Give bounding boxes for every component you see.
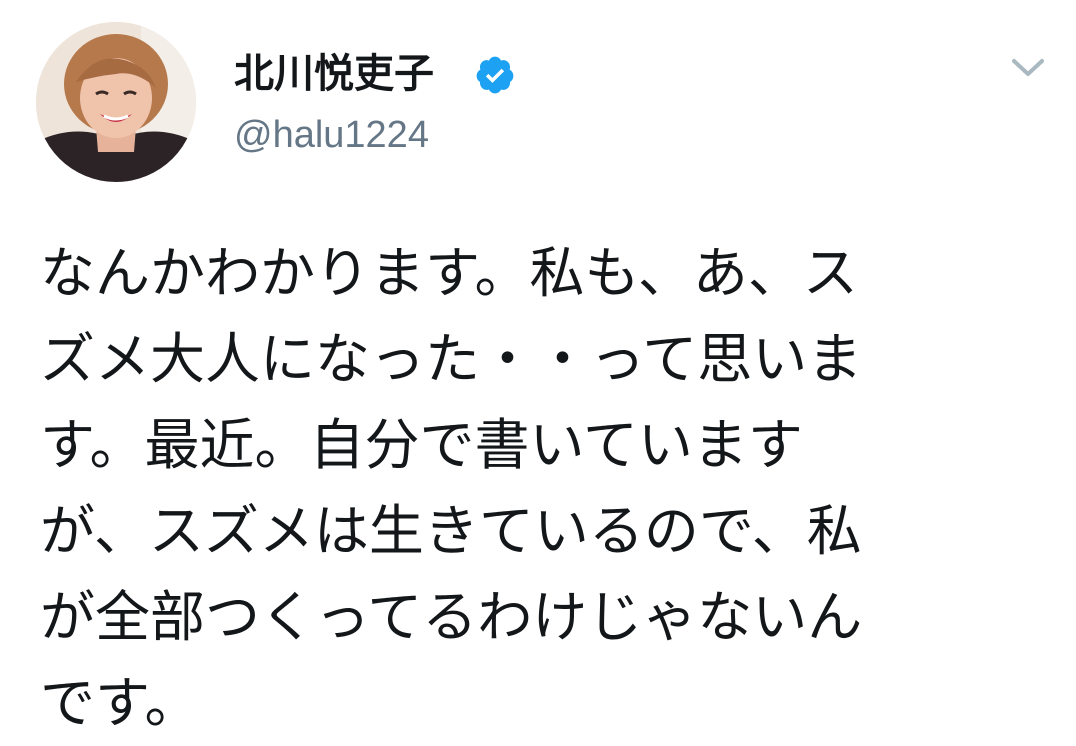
verified-badge-icon [476, 56, 514, 94]
avatar[interactable] [36, 22, 196, 182]
chevron-down-icon[interactable] [1008, 52, 1048, 82]
author-handle[interactable]: @halu1224 [234, 112, 429, 158]
tweet-card: 北川悦吏子 @halu1224 なんかわかります。私も、あ、ス ズメ大人になった… [0, 0, 1076, 737]
author-display-name[interactable]: 北川悦吏子 [234, 50, 434, 98]
avatar-photo [36, 22, 196, 182]
tweet-text: なんかわかります。私も、あ、ス ズメ大人になった・・って思いま す。最近。自分で… [40, 241, 863, 735]
